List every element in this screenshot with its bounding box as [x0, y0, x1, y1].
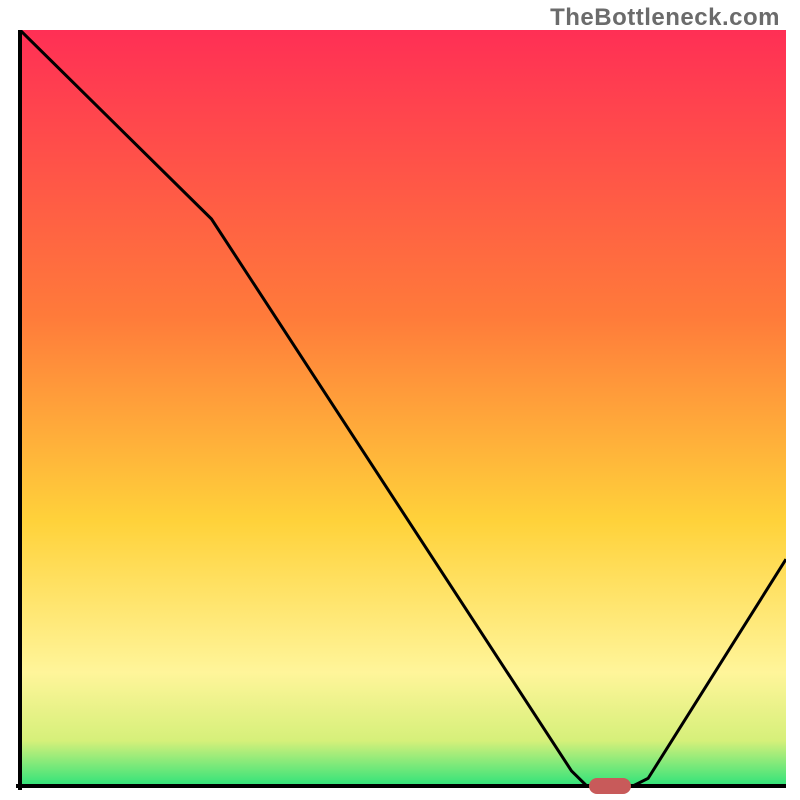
- bottleneck-chart: [0, 0, 800, 800]
- chart-container: TheBottleneck.com: [0, 0, 800, 800]
- optimal-marker: [589, 778, 631, 794]
